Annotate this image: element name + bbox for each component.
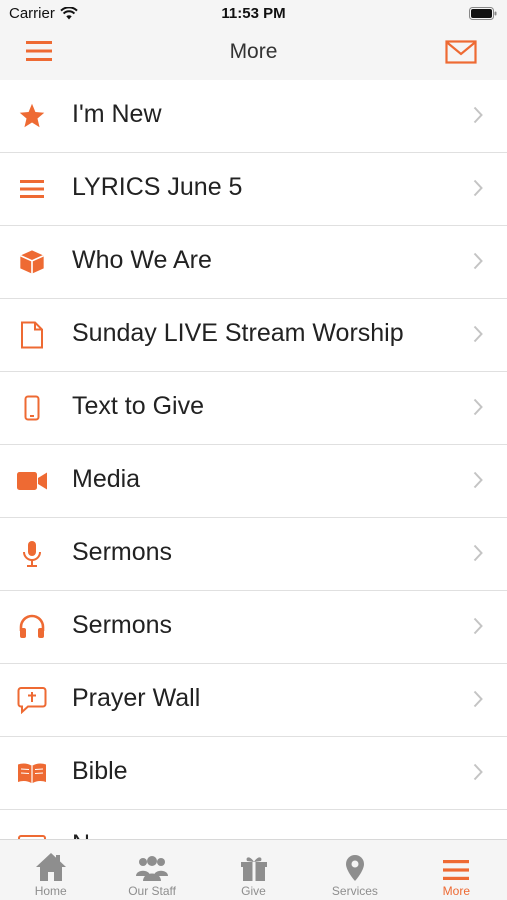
menu-item-label: Bible <box>72 757 128 785</box>
menu-item-bible[interactable]: Bible <box>0 737 507 810</box>
menu-item-text-to-give[interactable]: Text to Give <box>0 372 507 445</box>
menu-item-sermons-podcast[interactable]: Sermons <box>0 591 507 664</box>
menu-item-label: LYRICS June 5 <box>72 173 243 201</box>
tab-label: Our Staff <box>128 884 177 898</box>
video-camera-icon <box>16 467 48 495</box>
menu-item-partial[interactable]: N <box>0 810 507 840</box>
chevron-right-icon <box>473 617 483 635</box>
chevron-right-icon <box>473 690 483 708</box>
chevron-right-icon <box>473 325 483 343</box>
microphone-icon <box>16 540 48 568</box>
page-title: More <box>229 40 278 63</box>
menu-item-sermons-audio[interactable]: Sermons <box>0 518 507 591</box>
mail-button[interactable] <box>445 40 479 68</box>
tab-services[interactable]: Services <box>304 840 405 900</box>
tab-label: More <box>442 884 470 898</box>
menu-item-lyrics[interactable]: LYRICS June 5 <box>0 153 507 226</box>
tab-label: Home <box>34 884 67 898</box>
chevron-right-icon <box>473 763 483 781</box>
envelope-icon <box>445 40 477 64</box>
document-icon <box>16 321 48 349</box>
menu-item-label: Sermons <box>72 611 173 639</box>
status-bar: Carrier 11:53 PM <box>0 0 507 28</box>
chevron-right-icon <box>473 252 483 270</box>
battery-icon <box>469 7 497 20</box>
menu-item-label: Media <box>72 465 141 493</box>
gift-icon <box>203 840 304 882</box>
navigation-bar: More <box>0 28 507 81</box>
tab-label: Services <box>331 884 378 898</box>
open-book-icon <box>16 759 48 787</box>
chevron-right-icon <box>473 179 483 197</box>
menu-icon <box>406 840 507 882</box>
home-icon <box>0 840 101 882</box>
menu-item-label: Text to Give <box>72 392 204 420</box>
menu-item-media[interactable]: Media <box>0 445 507 518</box>
star-icon <box>16 102 48 130</box>
chevron-right-icon <box>473 106 483 124</box>
phone-icon <box>16 394 48 422</box>
tab-bar: Home Our Staff Give Services More <box>0 839 507 900</box>
prayer-bubble-icon <box>16 686 48 714</box>
menu-item-live-stream[interactable]: Sunday LIVE Stream Worship <box>0 299 507 372</box>
chevron-right-icon <box>473 471 483 489</box>
list-icon <box>16 175 48 203</box>
tab-home[interactable]: Home <box>0 840 101 900</box>
menu-item-prayer-wall[interactable]: Prayer Wall <box>0 664 507 737</box>
menu-item-label: I'm New <box>72 100 162 128</box>
more-menu-list: I'm New LYRICS June 5 Who We Are Sunday … <box>0 80 507 840</box>
box-icon <box>16 248 48 276</box>
status-time: 11:53 PM <box>221 5 286 22</box>
menu-item-label: Sermons <box>72 538 173 566</box>
chevron-right-icon <box>473 398 483 416</box>
tab-our-staff[interactable]: Our Staff <box>101 840 202 900</box>
people-icon <box>101 840 202 882</box>
menu-item-im-new[interactable]: I'm New <box>0 80 507 153</box>
menu-item-label: Prayer Wall <box>72 684 201 712</box>
tab-label: Give <box>241 884 266 898</box>
map-pin-icon <box>304 840 405 882</box>
menu-item-label: Sunday LIVE Stream Worship <box>72 319 404 347</box>
tab-more[interactable]: More <box>406 840 507 900</box>
menu-item-who-we-are[interactable]: Who We Are <box>0 226 507 299</box>
menu-item-label: Who We Are <box>72 246 212 274</box>
chevron-right-icon <box>473 544 483 562</box>
tab-give[interactable]: Give <box>203 840 304 900</box>
headphones-icon <box>16 613 48 641</box>
